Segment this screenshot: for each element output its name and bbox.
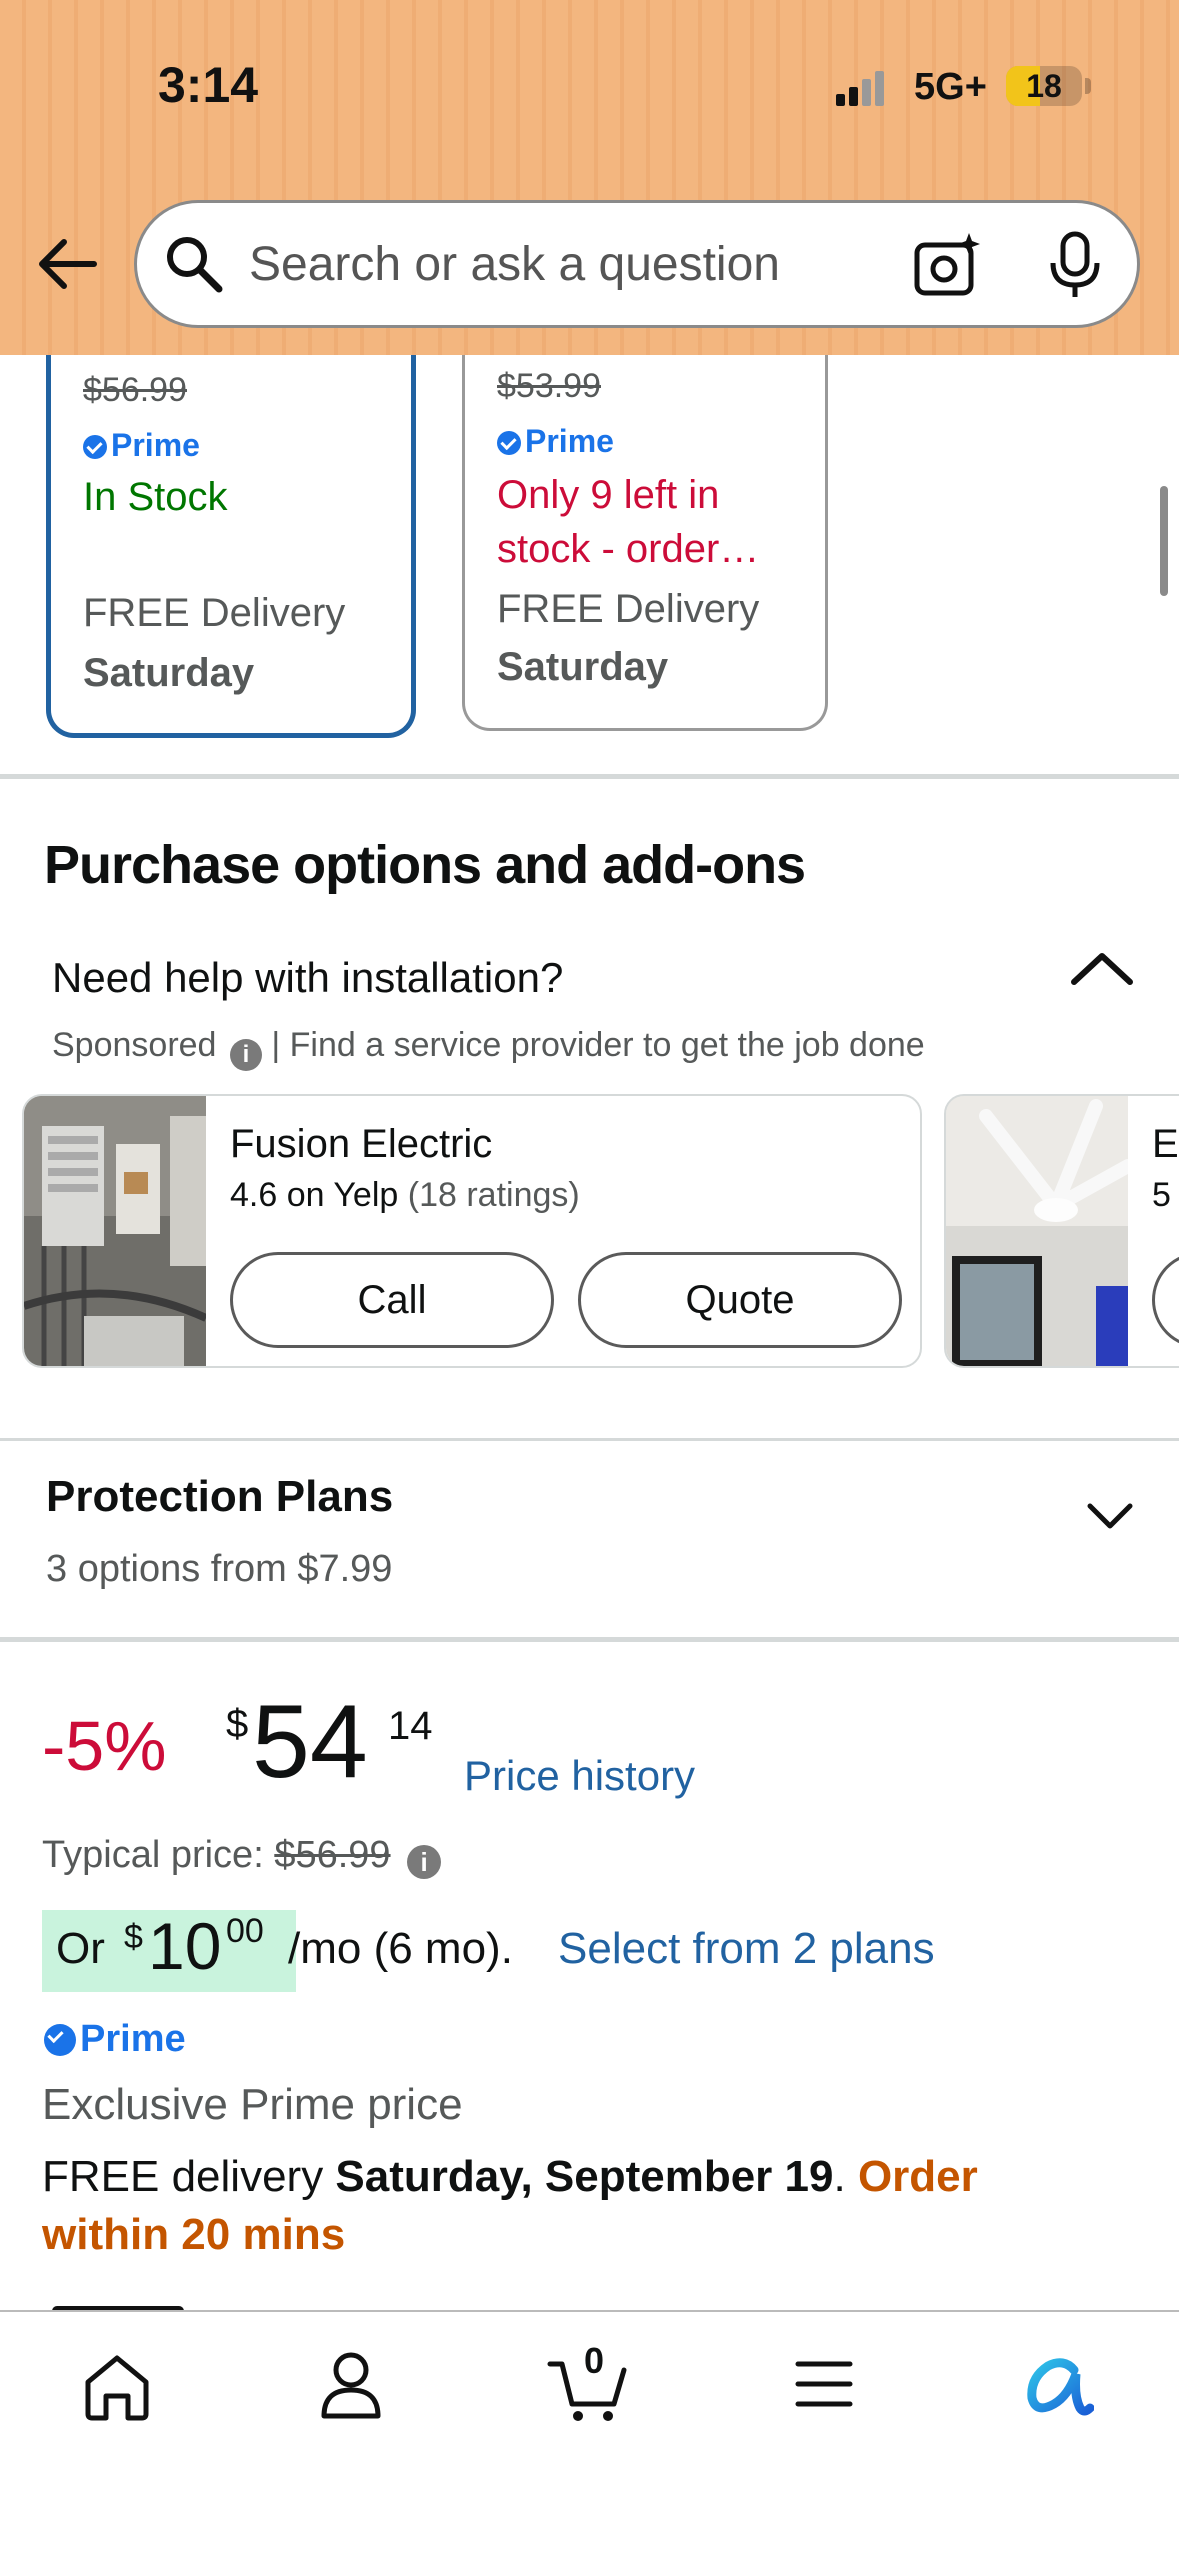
prime-check-icon — [497, 431, 521, 455]
stock-status: In Stock — [83, 475, 228, 519]
camera-icon[interactable] — [913, 231, 983, 301]
network-type: 5G+ — [914, 66, 987, 108]
quote-button[interactable]: Quote — [578, 1252, 902, 1348]
select-plans-link[interactable]: Select from 2 plans — [558, 1924, 935, 1974]
monthly-or: Or — [56, 1924, 105, 1973]
discount-percent: -5% — [42, 1707, 167, 1785]
section-heading: Purchase options and add-ons — [44, 835, 806, 895]
provider-photo — [24, 1096, 206, 1366]
battery-icon: 18 — [1006, 66, 1082, 106]
prime-badge: Prime — [44, 2018, 186, 2061]
delivery-date: Saturday, September 19 — [335, 2152, 834, 2201]
protection-plans-title[interactable]: Protection Plans — [46, 1472, 393, 1522]
section-divider — [0, 774, 1179, 779]
bottom-nav-bar: 0 — [0, 2310, 1179, 2558]
account-icon[interactable] — [316, 2350, 386, 2422]
offer-old-price: $56.99 — [83, 371, 187, 409]
scrollbar-thumb[interactable] — [1160, 486, 1168, 596]
search-input[interactable]: Search or ask a question — [249, 237, 780, 292]
stock-status-line2: stock - order… — [497, 527, 760, 571]
status-time: 3:14 — [158, 57, 259, 113]
offer-old-price: $53.99 — [497, 367, 601, 405]
back-arrow-icon[interactable] — [36, 238, 98, 290]
provider-rating: 4.6 on Yelp (18 ratings) — [230, 1176, 580, 1214]
sponsored-note: | Find a service provider to get the job… — [271, 1026, 925, 1064]
service-provider-card[interactable]: E 5 — [944, 1094, 1179, 1368]
price-whole: 54 — [252, 1684, 368, 1800]
prime-check-icon — [83, 435, 107, 459]
microphone-icon[interactable] — [1045, 231, 1105, 301]
menu-icon[interactable] — [794, 2358, 854, 2410]
order-within-countdown: within 20 mins — [42, 2210, 346, 2259]
delivery-day: Saturday — [83, 651, 255, 695]
sponsored-line: Sponsored i | Find a service provider to… — [52, 1026, 925, 1071]
info-icon[interactable]: i — [229, 1039, 262, 1071]
provider-photo — [946, 1096, 1128, 1366]
signal-icon — [834, 70, 890, 106]
sponsored-label: Sponsored — [52, 1026, 217, 1064]
monthly-currency: $ — [124, 1918, 143, 1956]
service-provider-card[interactable]: Fusion Electric 4.6 on Yelp (18 ratings)… — [22, 1094, 922, 1368]
delivery-info: FREE delivery Saturday, September 19. Or… — [42, 2152, 978, 2201]
delivery-label: FREE Delivery — [83, 591, 346, 635]
order-within: Order — [857, 2152, 978, 2201]
price-fraction: 14 — [388, 1704, 433, 1748]
exclusive-prime-price: Exclusive Prime price — [42, 2080, 463, 2129]
cart-count: 0 — [583, 2340, 605, 2381]
search-icon — [163, 233, 225, 295]
info-icon[interactable]: i — [407, 1845, 442, 1879]
call-button[interactable] — [1152, 1252, 1179, 1348]
call-button[interactable]: Call — [230, 1252, 554, 1348]
monthly-term: /mo (6 mo). — [288, 1924, 513, 1973]
section-divider — [0, 1637, 1179, 1642]
delivery-day: Saturday — [497, 645, 669, 689]
offer-card[interactable]: $53.99 Prime Only 9 left in stock - orde… — [462, 355, 828, 731]
price-history-link[interactable]: Price history — [464, 1752, 695, 1800]
battery-level: 18 — [1026, 68, 1062, 104]
prime-badge: Prime — [83, 427, 200, 464]
protection-plans-subtitle: 3 options from $7.99 — [46, 1548, 393, 1590]
provider-name: Fusion Electric — [230, 1122, 493, 1166]
rufus-icon[interactable] — [1024, 2352, 1094, 2418]
monthly-whole: 10 — [148, 1909, 222, 1983]
section-divider — [0, 1438, 1179, 1441]
price-currency: $ — [226, 1702, 249, 1746]
typical-price: Typical price: $56.99 i — [42, 1834, 442, 1879]
stock-status-line1: Only 9 left in — [497, 473, 720, 517]
offer-card-selected[interactable]: $56.99 Prime In Stock FREE Delivery Satu… — [46, 355, 416, 738]
installation-question[interactable]: Need help with installation? — [52, 954, 563, 1002]
delivery-label: FREE Delivery — [497, 587, 760, 631]
search-bar[interactable]: Search or ask a question — [134, 200, 1140, 328]
chevron-up-icon[interactable] — [1068, 948, 1136, 988]
prime-badge: Prime — [497, 423, 614, 460]
prime-check-icon — [44, 2024, 76, 2056]
provider-rating: 5 — [1152, 1176, 1171, 1214]
provider-name: E — [1152, 1122, 1179, 1166]
home-icon[interactable] — [82, 2352, 152, 2422]
monthly-fraction: 00 — [226, 1912, 264, 1950]
header-bar: 3:14 5G+ 18 Search or ask a question — [0, 0, 1179, 355]
chevron-down-icon[interactable] — [1086, 1502, 1134, 1532]
